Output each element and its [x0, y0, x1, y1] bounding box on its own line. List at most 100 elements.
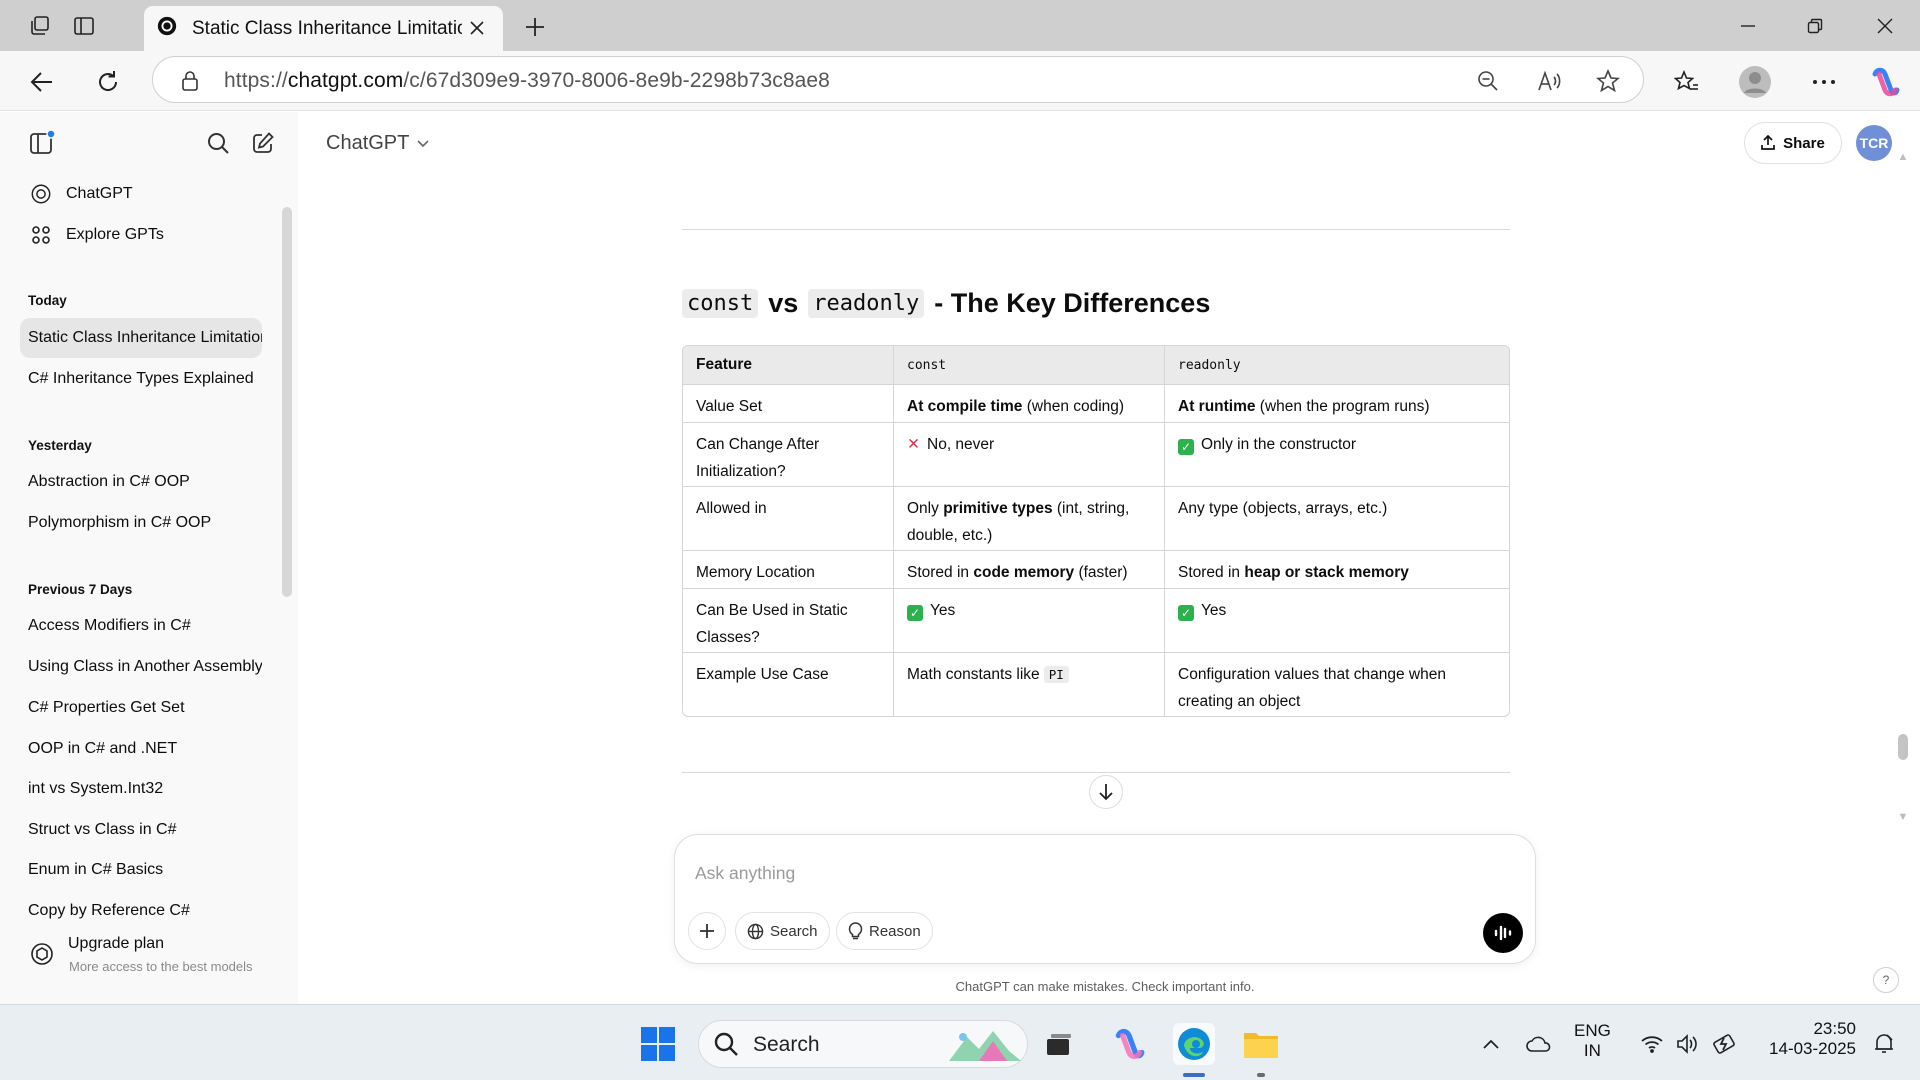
upgrade-plan-button[interactable]: Upgrade plan More access to the best mod… [20, 932, 280, 988]
section-heading: const vs readonly - The Key Differences [682, 288, 1210, 319]
main-scrollbar[interactable] [1898, 734, 1908, 760]
arrow-down-icon [1098, 783, 1114, 801]
chat-item[interactable]: Abstraction in C# OOP [20, 462, 262, 502]
attach-button[interactable] [688, 912, 726, 950]
chat-item[interactable]: Copy by Reference C# [20, 891, 262, 931]
vertical-tabs-icon[interactable] [70, 12, 98, 40]
active-tab[interactable]: Static Class Inheritance Limitation [144, 6, 503, 51]
wifi-icon[interactable] [1638, 1030, 1666, 1058]
favorites-icon[interactable] [1670, 65, 1704, 99]
table-cell: Configuration values that change when cr… [1165, 652, 1509, 716]
table-header: const [894, 346, 1165, 384]
onedrive-cloud-icon[interactable] [1525, 1030, 1553, 1058]
sidebar-scrollbar[interactable] [282, 207, 292, 597]
volume-icon[interactable] [1674, 1030, 1702, 1058]
grid-icon [28, 222, 54, 248]
sidebar-nav-chatgpt[interactable]: ChatGPT [20, 174, 262, 214]
prompt-input[interactable]: Ask anything [695, 863, 795, 884]
scroll-down-arrow-icon[interactable]: ▼ [1896, 811, 1910, 823]
table-header: readonly [1165, 346, 1509, 384]
divider [682, 772, 1510, 773]
reason-button[interactable]: Reason [836, 912, 933, 950]
table-cell: ✓ Yes [1165, 588, 1509, 652]
copilot-app-icon[interactable] [1108, 1023, 1150, 1065]
chat-item[interactable]: Using Class in Another Assembly [20, 647, 262, 687]
close-window-icon[interactable] [1870, 12, 1900, 40]
file-explorer-icon[interactable] [1240, 1023, 1282, 1065]
new-tab-icon[interactable] [520, 12, 550, 42]
scroll-up-arrow-icon[interactable]: ▲ [1896, 151, 1910, 163]
table-row: Can Change After Initialization? ✕ No, ne… [683, 422, 1509, 486]
refresh-icon[interactable] [91, 65, 125, 99]
upgrade-icon [28, 940, 56, 968]
user-avatar[interactable]: TCR [1856, 125, 1892, 161]
taskbar-search[interactable]: Search [698, 1020, 1028, 1068]
minimize-icon[interactable] [1733, 12, 1763, 40]
table-cell: Can Be Used in Static Classes? [683, 588, 894, 652]
scroll-to-bottom-button[interactable] [1089, 775, 1123, 809]
favorite-star-icon[interactable] [1593, 66, 1623, 96]
workspaces-icon[interactable] [26, 12, 54, 40]
disclaimer-text: ChatGPT can make mistakes. Check importa… [955, 979, 1255, 994]
voice-waveform-icon [1493, 924, 1513, 942]
chat-item[interactable]: int vs System.Int32 [20, 769, 262, 809]
battery-charging-icon[interactable] [1711, 1030, 1739, 1058]
close-tab-icon[interactable] [465, 16, 489, 40]
section-today: Today [28, 293, 67, 308]
table-cell: ✓ Only in the constructor [1165, 422, 1509, 486]
profile-icon[interactable] [1738, 65, 1772, 99]
chat-item[interactable]: Enum in C# Basics [20, 850, 262, 890]
back-icon[interactable] [25, 65, 59, 99]
windows-start-icon[interactable] [640, 1026, 676, 1062]
sidebar-nav-explore-gpts[interactable]: Explore GPTs [20, 215, 262, 255]
chat-item[interactable]: Polymorphism in C# OOP [20, 503, 262, 543]
toggle-sidebar-icon[interactable] [27, 128, 57, 158]
active-app-indicator [1183, 1073, 1205, 1077]
chevron-up-icon[interactable] [1477, 1030, 1505, 1058]
chat-item[interactable]: OOP in C# and .NET [20, 729, 262, 769]
lock-icon[interactable] [175, 66, 205, 96]
chat-item[interactable]: C# Inheritance Types Explained [20, 359, 262, 399]
chat-item[interactable]: C# Properties Get Set [20, 688, 262, 728]
running-app-indicator [1257, 1073, 1265, 1077]
notifications-icon[interactable] [1870, 1030, 1898, 1058]
check-mark-icon: ✓ [1178, 439, 1194, 455]
chat-item[interactable]: Static Class Inheritance Limitation [20, 318, 262, 358]
edge-browser-icon[interactable] [1173, 1023, 1215, 1065]
share-icon [1761, 135, 1775, 151]
table-cell: Value Set [683, 384, 894, 422]
zoom-out-icon[interactable] [1473, 66, 1503, 96]
help-button[interactable]: ? [1873, 967, 1899, 993]
copilot-icon[interactable] [1868, 65, 1902, 99]
url-field[interactable]: https://chatgpt.com/c/67d309e9-3970-8006… [152, 56, 1644, 103]
language-indicator[interactable]: ENG IN [1574, 1021, 1611, 1061]
search-chats-icon[interactable] [203, 128, 233, 158]
main-content: ChatGPT Share TCR const vs readonly - Th… [298, 112, 1920, 1004]
share-button[interactable]: Share [1744, 122, 1842, 164]
chat-item[interactable]: Struct vs Class in C# [20, 810, 262, 850]
table-cell: At runtime (when the program runs) [1165, 384, 1509, 422]
table-cell: Math constants like PI [894, 652, 1165, 716]
read-aloud-icon[interactable] [1535, 66, 1565, 96]
address-bar-row: https://chatgpt.com/c/67d309e9-3970-8006… [0, 51, 1920, 111]
task-view-icon[interactable] [1038, 1023, 1080, 1065]
table-cell: Stored in code memory (faster) [894, 550, 1165, 588]
table-cell: ✓ Yes [894, 588, 1165, 652]
windows-taskbar: Search ENG IN 23:50 14-03-2025 [0, 1004, 1920, 1080]
clock[interactable]: 23:50 14-03-2025 [1758, 1019, 1856, 1059]
table-header-row: Feature const readonly [683, 346, 1509, 384]
table-cell: Any type (objects, arrays, etc.) [1165, 486, 1509, 550]
model-selector[interactable]: ChatGPT [326, 132, 429, 155]
voice-mode-button[interactable] [1483, 913, 1523, 953]
upgrade-title: Upgrade plan [68, 935, 165, 952]
restore-icon[interactable] [1800, 12, 1830, 40]
section-yesterday: Yesterday [28, 438, 92, 453]
globe-icon [747, 923, 764, 940]
new-chat-icon[interactable] [248, 128, 278, 158]
search-button[interactable]: Search [735, 912, 830, 950]
openai-logo-icon [28, 181, 54, 207]
check-mark-icon: ✓ [1178, 605, 1194, 621]
url-text: https://chatgpt.com/c/67d309e9-3970-8006… [224, 69, 830, 92]
more-options-icon[interactable] [1807, 65, 1841, 99]
chat-item[interactable]: Access Modifiers in C# [20, 606, 262, 646]
